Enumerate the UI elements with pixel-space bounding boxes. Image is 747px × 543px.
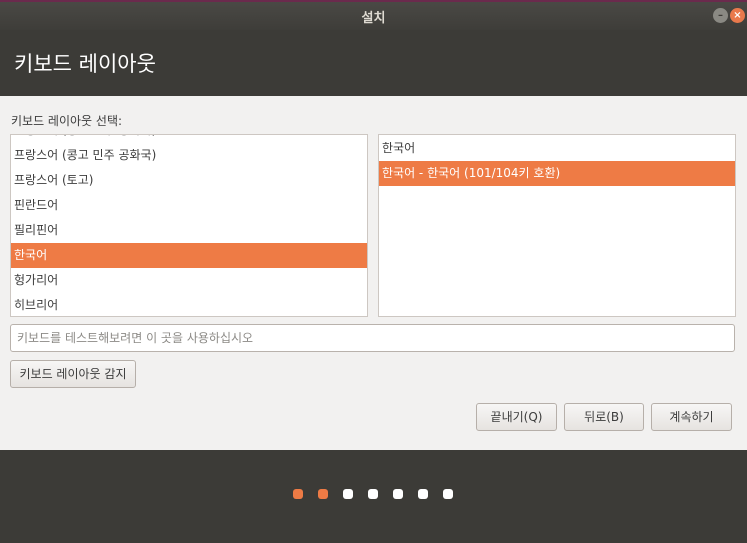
- keyboard-layout-list[interactable]: 프랑스어 (콩고 민주 공화국) 프랑스어 (콩고 민주 공화국) 프랑스어 (…: [10, 134, 368, 317]
- list-item[interactable]: 필리핀어: [11, 218, 367, 243]
- content-area: 키보드 레이아웃 선택: 프랑스어 (콩고 민주 공화국) 프랑스어 (콩고 민…: [0, 96, 747, 450]
- progress-dot-completed: [293, 489, 303, 499]
- progress-dots: [0, 489, 747, 501]
- list-item-selected[interactable]: 한국어: [11, 243, 367, 268]
- layout-select-label: 키보드 레이아웃 선택:: [11, 114, 123, 128]
- continue-button[interactable]: 계속하기: [651, 403, 732, 431]
- list-item[interactable]: 프랑스어 (토고): [11, 168, 367, 193]
- page-header: 키보드 레이아웃: [0, 30, 747, 96]
- progress-dot: [418, 489, 428, 499]
- list-item[interactable]: 한국어: [379, 136, 735, 161]
- back-button[interactable]: 뒤로(B): [564, 403, 644, 431]
- window-title: 설치: [361, 11, 386, 26]
- list-item[interactable]: 프랑스어 (콩고 민주 공화국): [11, 143, 367, 168]
- quit-button[interactable]: 끝내기(Q): [476, 403, 557, 431]
- list-item[interactable]: 헝가리어: [11, 268, 367, 293]
- keyboard-variant-list[interactable]: 한국어 한국어 - 한국어 (101/104키 호환): [378, 134, 736, 317]
- progress-dot: [443, 489, 453, 499]
- progress-dot: [368, 489, 378, 499]
- close-icon[interactable]: ×: [730, 8, 745, 23]
- progress-dot-completed: [318, 489, 328, 499]
- list-item-selected[interactable]: 한국어 - 한국어 (101/104키 호환): [379, 161, 735, 186]
- progress-dot: [393, 489, 403, 499]
- progress-dot: [343, 489, 353, 499]
- page-title: 키보드 레이아웃: [14, 52, 156, 76]
- keyboard-test-input[interactable]: [10, 324, 735, 352]
- list-item[interactable]: 히브리어: [11, 293, 367, 316]
- detect-layout-button[interactable]: 키보드 레이아웃 감지: [10, 360, 136, 388]
- minimize-icon[interactable]: –: [713, 8, 728, 23]
- list-item[interactable]: 프랑스어 (콩고 민주 공화국): [11, 135, 367, 143]
- window-titlebar: 설치 – ×: [0, 0, 747, 30]
- list-item[interactable]: 핀란드어: [11, 193, 367, 218]
- progress-footer: [0, 450, 747, 543]
